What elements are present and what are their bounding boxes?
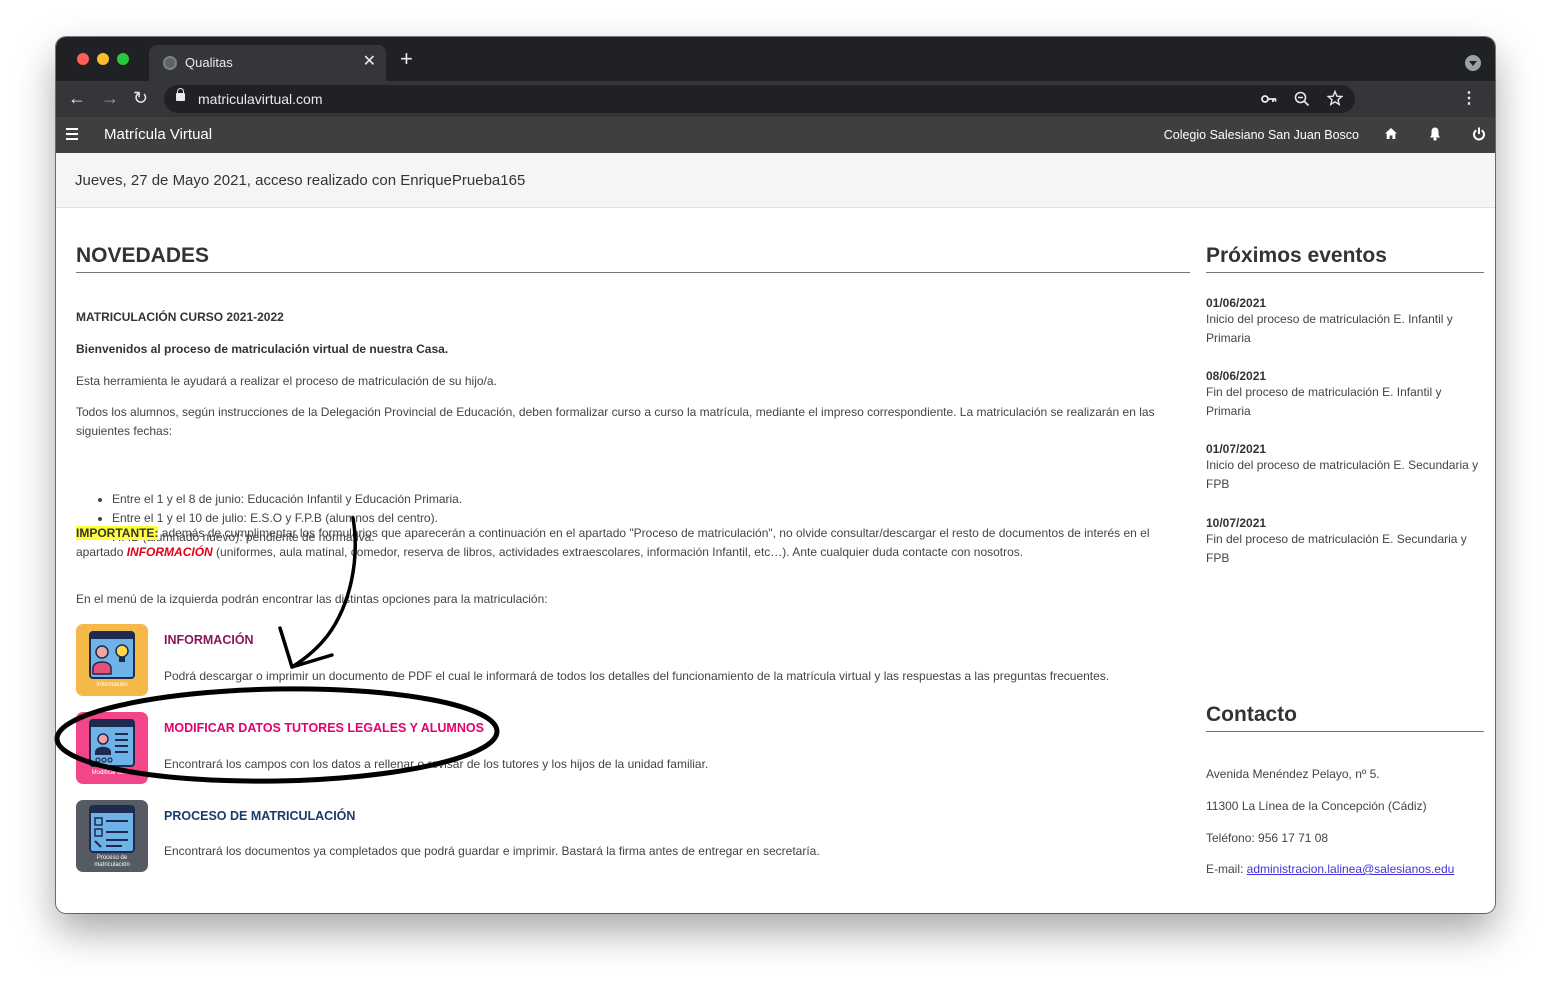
lock-icon[interactable] — [176, 88, 185, 101]
site-title[interactable]: Matrícula Virtual — [104, 126, 212, 143]
event-item: 10/07/2021 Fin del proceso de matriculac… — [1206, 516, 1484, 568]
event-item: 01/07/2021 Inicio del proceso de matricu… — [1206, 442, 1484, 494]
information-description: Podrá descargar o imprimir un documento … — [164, 669, 1110, 683]
contact-address: Avenida Menéndez Pelayo, nº 5. — [1206, 767, 1380, 781]
course-title: MATRICULACIÓN CURSO 2021-2022 — [76, 310, 284, 324]
event-date: 10/07/2021 — [1206, 516, 1267, 530]
event-item: 08/06/2021 Fin del proceso de matriculac… — [1206, 369, 1484, 421]
tab-qualitas[interactable]: Qualitas ✕ — [149, 45, 386, 81]
contact-city: 11300 La Línea de la Concepción (Cádiz) — [1206, 799, 1427, 813]
tab-strip: Qualitas ✕ + — [56, 37, 1495, 81]
contact-panel: Contacto Avenida Menéndez Pelayo, nº 5. … — [1206, 703, 1484, 876]
close-tab-icon[interactable]: ✕ — [363, 52, 376, 72]
screenshot-stage: Qualitas ✕ + ← → ↻ matriculavirtual.com — [0, 0, 1551, 987]
school-name: Colegio Salesiano San Juan Bosco — [1163, 128, 1359, 142]
important-paragraph: IMPORTANTE: además de cumplimentar los f… — [76, 524, 1190, 562]
url-text[interactable]: matriculavirtual.com — [198, 91, 322, 107]
information-link[interactable]: INFORMACIÓN — [127, 545, 213, 559]
upcoming-events-panel: Próximos eventos 01/06/2021 Inicio del p… — [1206, 244, 1484, 565]
enrollment-process-link-title[interactable]: PROCESO DE MATRICULACIÓN — [164, 809, 355, 823]
event-text: Fin del proceso de matriculación E. Infa… — [1206, 385, 1442, 418]
event-date: 01/06/2021 — [1206, 296, 1267, 310]
tile-caption: Proceso de matriculación — [76, 855, 148, 869]
forward-arrow-icon[interactable]: → — [101, 87, 119, 109]
access-text: Jueves, 27 de Mayo 2021, acceso realizad… — [75, 172, 526, 189]
information-tile-icon[interactable]: Información — [76, 624, 148, 696]
modify-data-link-title[interactable]: MODIFICAR DATOS TUTORES LEGALES Y ALUMNO… — [164, 721, 484, 735]
bell-icon[interactable] — [1428, 125, 1442, 143]
browser-toolbar: ← → ↻ matriculavirtual.com ⋮ — [56, 81, 1495, 117]
home-icon[interactable] — [1384, 125, 1398, 143]
zoom-icon[interactable] — [1294, 89, 1310, 109]
minimize-window-button[interactable] — [97, 53, 109, 65]
contact-phone: Teléfono: 956 17 71 08 — [1206, 831, 1329, 845]
contact-heading: Contacto — [1206, 703, 1484, 732]
back-arrow-icon[interactable]: ← — [68, 87, 86, 109]
close-window-button[interactable] — [77, 53, 89, 65]
list-item: Entre el 1 y el 8 de junio: Educación In… — [112, 490, 462, 509]
tile-caption: Modificar datos — [91, 770, 133, 776]
event-date: 08/06/2021 — [1206, 369, 1267, 383]
modify-data-description: Encontrará los campos con los datos a re… — [164, 757, 709, 771]
tile-caption-line: matriculación — [94, 862, 130, 868]
access-info-bar: Jueves, 27 de Mayo 2021, acceso realizad… — [56, 153, 1495, 208]
enrollment-process-tile-icon[interactable]: Proceso de matriculación — [76, 800, 148, 872]
events-heading: Próximos eventos — [1206, 244, 1484, 273]
important-label: IMPORTANTE: — [76, 526, 159, 540]
site-header: Matrícula Virtual Colegio Salesiano San … — [56, 117, 1495, 153]
welcome-text: Bienvenidos al proceso de matriculación … — [76, 342, 449, 356]
menu-hint-text: En el menú de la izquierda podrán encont… — [76, 592, 548, 606]
contact-email-link[interactable]: administracion.lalinea@salesianos.edu — [1247, 862, 1455, 876]
tile-caption-line: Proceso de — [96, 855, 128, 861]
contact-email-line: E-mail: administracion.lalinea@salesiano… — [1206, 862, 1454, 876]
event-text: Inicio del proceso de matriculación E. S… — [1206, 458, 1479, 491]
browser-window: Qualitas ✕ + ← → ↻ matriculavirtual.com — [56, 37, 1495, 913]
chrome-menu-icon[interactable]: ⋮ — [1461, 89, 1477, 109]
address-bar[interactable]: matriculavirtual.com — [164, 85, 1355, 113]
tab-search-icon[interactable] — [1465, 55, 1481, 71]
bookmark-star-icon[interactable] — [1327, 89, 1343, 109]
news-section: NOVEDADES MATRICULACIÓN CURSO 2021-2022 … — [76, 244, 1190, 872]
reload-icon[interactable]: ↻ — [133, 87, 148, 109]
new-tab-button[interactable]: + — [400, 48, 413, 70]
power-icon[interactable] — [1472, 125, 1486, 143]
event-text: Inicio del proceso de matriculación E. I… — [1206, 312, 1453, 345]
maximize-window-button[interactable] — [117, 53, 129, 65]
enrollment-process-description: Encontrará los documentos ya completados… — [164, 844, 820, 858]
news-heading: NOVEDADES — [76, 244, 1190, 273]
event-item: 01/06/2021 Inicio del proceso de matricu… — [1206, 296, 1484, 348]
tile-caption: Información — [96, 682, 128, 688]
information-link-title[interactable]: INFORMACIÓN — [164, 633, 254, 647]
key-icon[interactable] — [1261, 89, 1277, 109]
globe-icon — [163, 56, 177, 70]
email-label: E-mail: — [1206, 862, 1247, 876]
event-date: 01/07/2021 — [1206, 442, 1267, 456]
instructions-text: Todos los alumnos, según instrucciones d… — [76, 405, 1155, 438]
tab-title: Qualitas — [185, 55, 233, 70]
event-text: Fin del proceso de matriculación E. Secu… — [1206, 532, 1467, 565]
intro-text: Esta herramienta le ayudará a realizar e… — [76, 374, 497, 388]
hamburger-menu-icon[interactable] — [66, 128, 78, 140]
modify-data-tile-icon[interactable]: Modificar datos — [76, 712, 148, 784]
important-text-end: (uniformes, aula matinal, comedor, reser… — [212, 545, 1024, 559]
